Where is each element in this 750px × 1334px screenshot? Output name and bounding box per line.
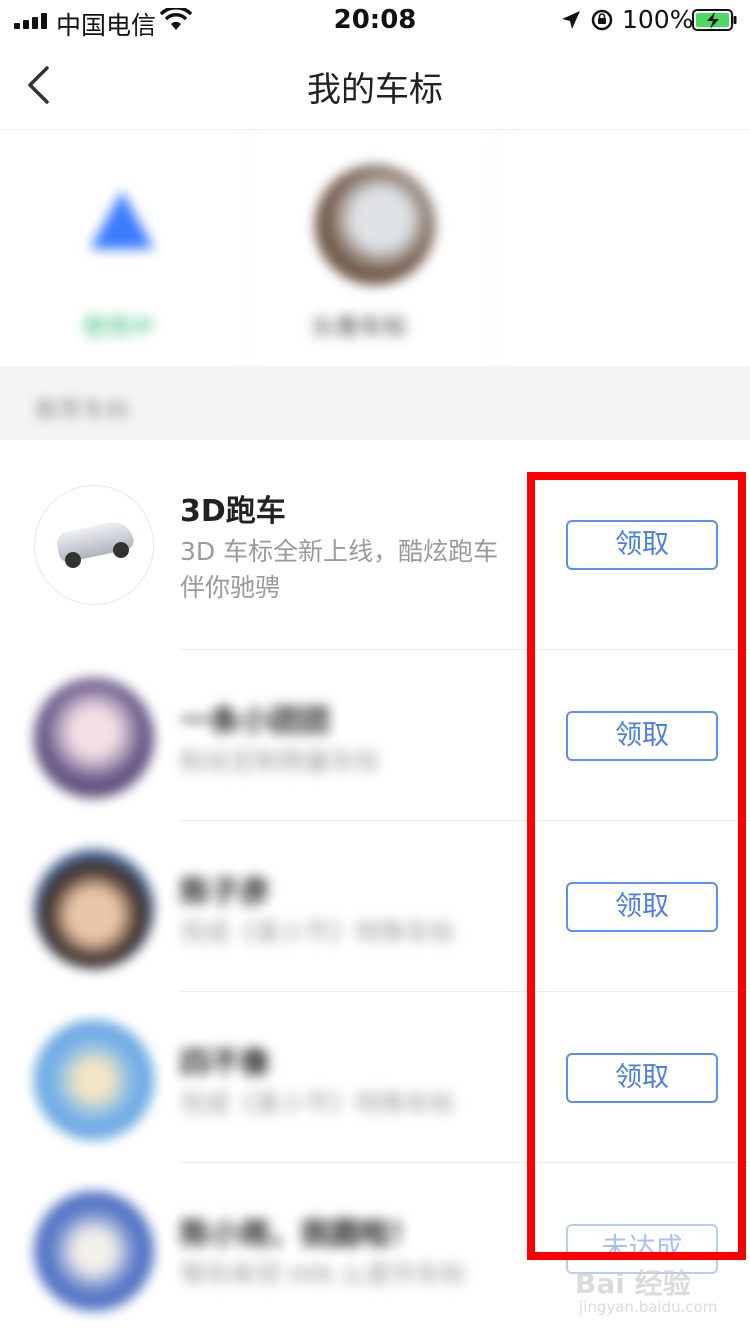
- item-title: 一条小团团: [180, 704, 330, 739]
- item-title: 四不像: [180, 1046, 270, 1081]
- rotation-lock-icon: [591, 9, 613, 31]
- item-description: 完成《某小节》特殊车标: [180, 918, 456, 947]
- badge-avatar[interactable]: 头像车标: [248, 131, 494, 366]
- triangle-badge-icon: [90, 191, 154, 249]
- battery-charging-icon: [692, 9, 737, 31]
- item-description: 粉丝定制限量车标: [180, 747, 381, 776]
- badge-empty-slot: [498, 131, 744, 366]
- avatar: [34, 678, 154, 798]
- badge-in-use[interactable]: 使用中: [0, 131, 246, 366]
- battery-percentage: 100%: [622, 5, 694, 34]
- navigation-bar: 我的车标: [0, 40, 750, 130]
- item-title: 3D跑车: [180, 494, 286, 529]
- watermark-url: jingyan.baidu.com: [579, 1298, 718, 1316]
- baidu-jingyan-watermark: Bai 经验 jingyan.baidu.com: [575, 1262, 745, 1322]
- page-title: 我的车标: [307, 70, 443, 110]
- avatar: [34, 1191, 154, 1311]
- item-description: 3D 车标全新上线，酷炫跑车 伴你驰骋: [180, 537, 499, 602]
- avatar: [315, 165, 435, 285]
- status-bar: 中国电信 20:08 100%: [0, 0, 750, 40]
- item-title: 陈子彦: [180, 875, 270, 910]
- item-title: 陈小雨，我圆啦！: [180, 1217, 420, 1252]
- section-title: 推荐车标: [34, 396, 130, 424]
- badge-caption: 使用中: [82, 313, 154, 341]
- location-arrow-icon: [562, 11, 580, 29]
- watermark-logo: Bai 经验: [575, 1267, 691, 1300]
- section-header: 推荐车标: [0, 366, 750, 440]
- avatar: [34, 849, 154, 969]
- sports-car-avatar: [34, 485, 154, 605]
- item-description: 完成《某小节》特殊车标: [180, 1089, 456, 1118]
- item-description: 等你来领 HIN 么爱作车标: [180, 1260, 466, 1289]
- avatar: [34, 1020, 154, 1140]
- badge-caption: 头像车标: [311, 313, 407, 341]
- highlight-box: [527, 472, 746, 1260]
- current-badges: 使用中 头像车标: [0, 131, 750, 366]
